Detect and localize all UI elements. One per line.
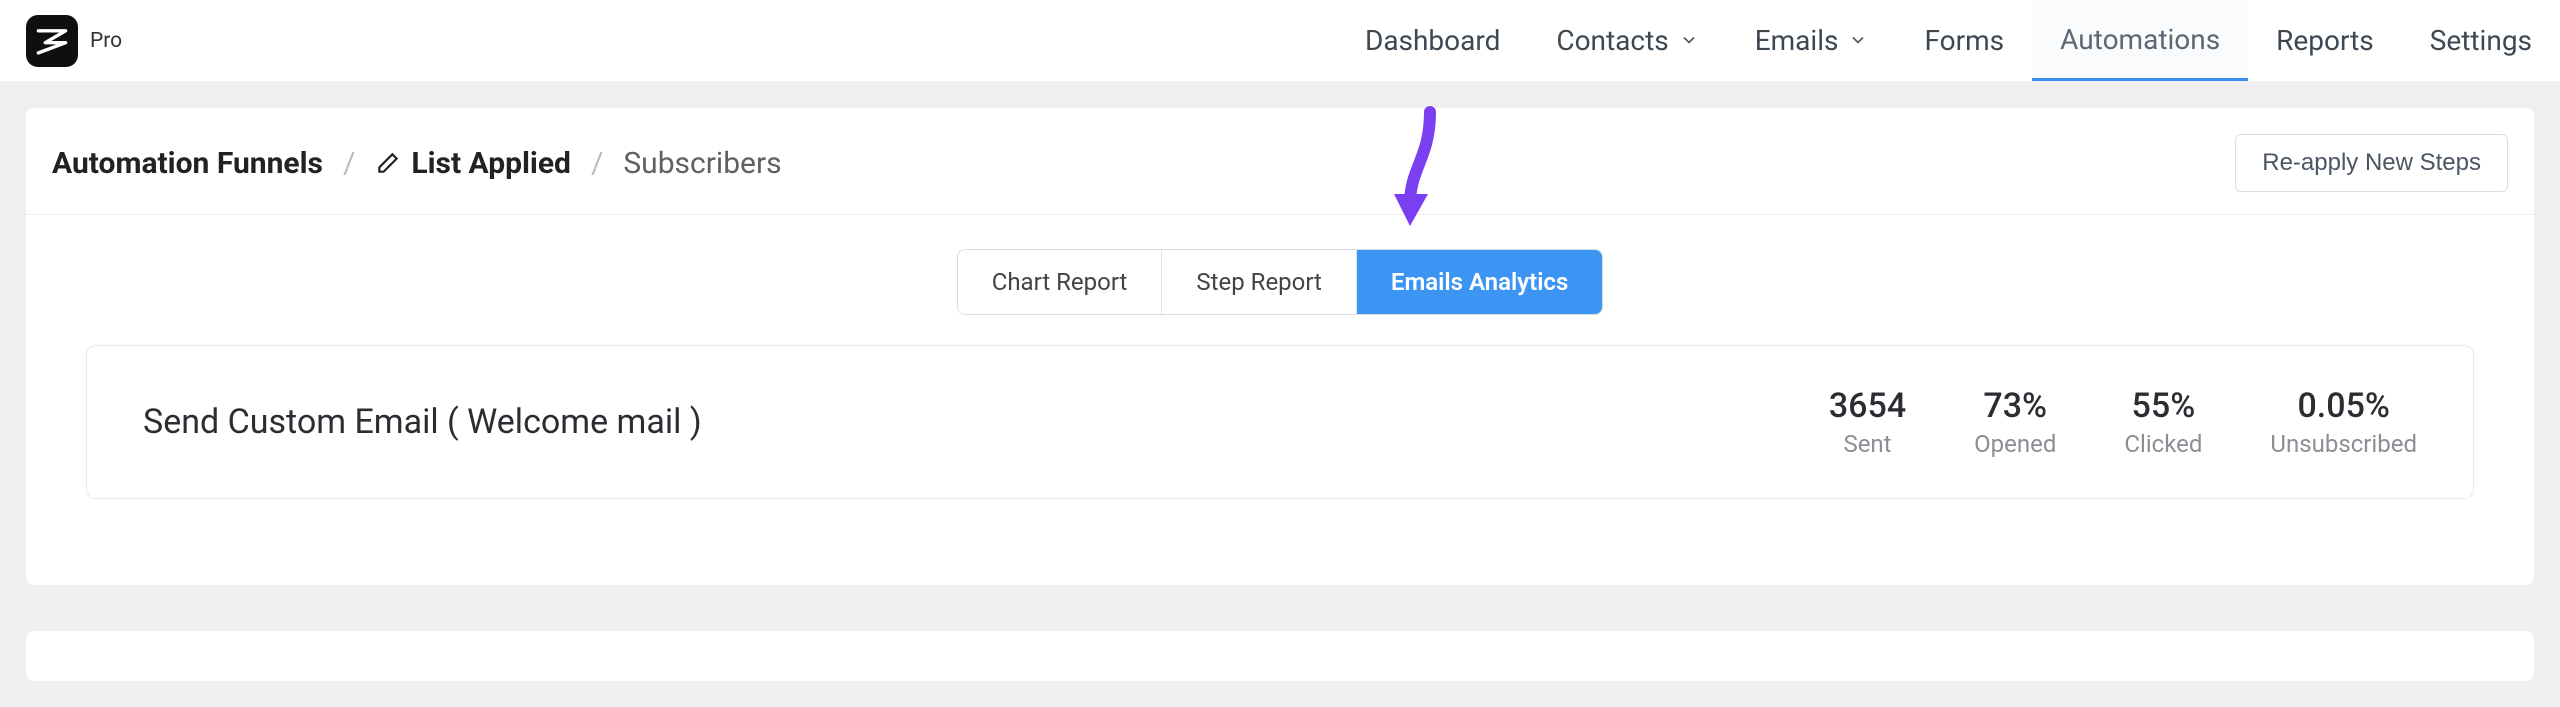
stat-unsub-label: Unsubscribed xyxy=(2270,430,2417,458)
nav-contacts-label: Contacts xyxy=(1556,24,1668,57)
nav-dashboard[interactable]: Dashboard xyxy=(1337,0,1528,81)
edit-icon[interactable] xyxy=(375,150,401,176)
tab-chart-report[interactable]: Chart Report xyxy=(958,250,1163,314)
chevron-down-icon xyxy=(1679,24,1699,57)
nav-automations[interactable]: Automations xyxy=(2032,0,2248,81)
nav-contacts[interactable]: Contacts xyxy=(1528,0,1726,81)
nav-emails[interactable]: Emails xyxy=(1727,0,1897,81)
stat-clicked: 55% Clicked xyxy=(2124,386,2202,458)
tab-emails-analytics[interactable]: Emails Analytics xyxy=(1357,250,1602,314)
reapply-new-steps-button[interactable]: Re-apply New Steps xyxy=(2235,134,2508,192)
secondary-panel xyxy=(26,631,2534,681)
email-row-title: Send Custom Email ( Welcome mail ) xyxy=(143,402,702,442)
stat-opened-value: 73% xyxy=(1974,386,2056,426)
stat-sent-value: 3654 xyxy=(1829,386,1906,426)
nav-reports[interactable]: Reports xyxy=(2248,0,2402,81)
nav-forms[interactable]: Forms xyxy=(1896,0,2032,81)
breadcrumb-separator: / xyxy=(591,146,603,181)
stat-unsub-value: 0.05% xyxy=(2270,386,2417,426)
stat-opened-label: Opened xyxy=(1974,430,2056,458)
app-plan-label: Pro xyxy=(90,29,122,53)
stat-clicked-label: Clicked xyxy=(2124,430,2202,458)
stat-sent-label: Sent xyxy=(1829,430,1906,458)
breadcrumb-current-label: List Applied xyxy=(411,146,571,181)
breadcrumb-bar: Automation Funnels / List Applied / Subs… xyxy=(26,108,2534,215)
stat-sent: 3654 Sent xyxy=(1829,386,1906,458)
breadcrumb-separator: / xyxy=(343,146,355,181)
top-nav: Pro Dashboard Contacts Emails Forms Auto… xyxy=(0,0,2560,82)
tab-step-report[interactable]: Step Report xyxy=(1162,250,1357,314)
email-row[interactable]: Send Custom Email ( Welcome mail ) 3654 … xyxy=(86,345,2474,499)
email-list: Send Custom Email ( Welcome mail ) 3654 … xyxy=(26,345,2534,585)
breadcrumb-current[interactable]: List Applied xyxy=(375,146,571,181)
automation-panel: Automation Funnels / List Applied / Subs… xyxy=(26,108,2534,585)
stat-unsubscribed: 0.05% Unsubscribed xyxy=(2270,386,2417,458)
report-tab-group: Chart Report Step Report Emails Analytic… xyxy=(957,249,1604,315)
breadcrumb-root[interactable]: Automation Funnels xyxy=(52,146,323,181)
app-logo-icon[interactable] xyxy=(26,15,78,67)
report-tabs: Chart Report Step Report Emails Analytic… xyxy=(26,215,2534,345)
nav-settings[interactable]: Settings xyxy=(2402,0,2560,81)
nav-emails-label: Emails xyxy=(1755,24,1839,57)
stat-opened: 73% Opened xyxy=(1974,386,2056,458)
chevron-down-icon xyxy=(1848,24,1868,57)
email-row-stats: 3654 Sent 73% Opened 55% Clicked 0.05% U… xyxy=(1829,386,2417,458)
page-body: Automation Funnels / List Applied / Subs… xyxy=(0,82,2560,707)
breadcrumb-tab[interactable]: Subscribers xyxy=(623,146,781,181)
stat-clicked-value: 55% xyxy=(2124,386,2202,426)
